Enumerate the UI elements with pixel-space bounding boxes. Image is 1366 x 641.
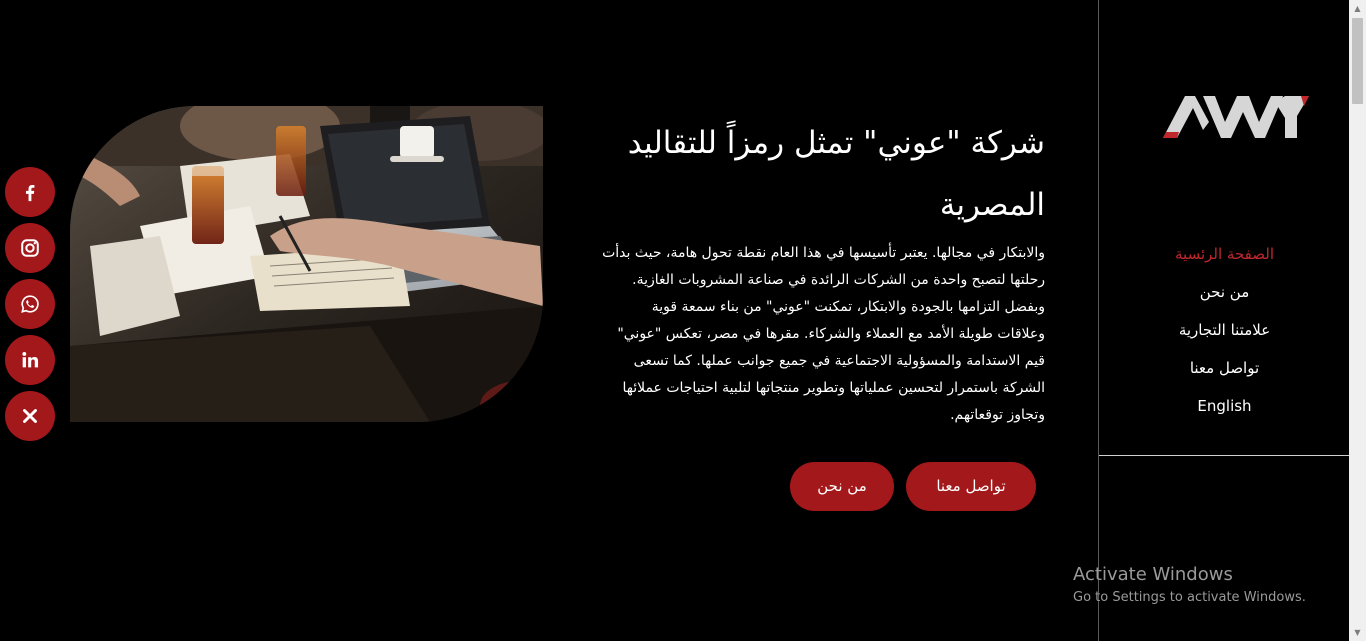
- activation-title: Activate Windows: [1073, 564, 1233, 585]
- instagram-button[interactable]: [5, 223, 55, 273]
- hero-content: شركة "عوني" تمثل رمزاً للتقاليد المصرية …: [602, 112, 1045, 429]
- whatsapp-icon: [21, 295, 39, 313]
- hero-title: شركة "عوني" تمثل رمزاً للتقاليد المصرية: [627, 125, 1045, 223]
- whatsapp-button[interactable]: [5, 279, 55, 329]
- nav-about[interactable]: من نحن: [1200, 275, 1250, 313]
- brand-logo: [1163, 96, 1309, 138]
- main-nav: الصفحة الرئسية من نحن علامتنا التجارية ت…: [1099, 237, 1350, 427]
- nav-brands[interactable]: علامتنا التجارية: [1179, 313, 1270, 351]
- linkedin-icon: [22, 352, 39, 368]
- vertical-scrollbar[interactable]: ▲ ▼: [1349, 0, 1366, 641]
- instagram-icon: [21, 239, 39, 257]
- sidebar-divider: [1099, 455, 1350, 456]
- scroll-down-arrow-icon[interactable]: ▼: [1349, 624, 1366, 641]
- facebook-button[interactable]: [5, 167, 55, 217]
- hero-description: والابتكار في مجالها. يعتبر تأسيسها في هذ…: [602, 245, 1045, 423]
- about-us-button[interactable]: من نحن: [790, 462, 894, 511]
- nav-english[interactable]: English: [1197, 389, 1251, 427]
- contact-us-button[interactable]: تواصل معنا: [906, 462, 1036, 511]
- activation-watermark: Activate Windows Go to Settings to activ…: [1073, 563, 1306, 609]
- linkedin-button[interactable]: [5, 335, 55, 385]
- x-button[interactable]: [5, 391, 55, 441]
- activation-subtitle: Go to Settings to activate Windows.: [1073, 590, 1306, 605]
- hero-image: [70, 106, 543, 422]
- nav-contact[interactable]: تواصل معنا: [1190, 351, 1259, 389]
- facebook-icon: [25, 184, 35, 202]
- x-icon: [23, 409, 37, 423]
- nav-home[interactable]: الصفحة الرئسية: [1175, 237, 1274, 275]
- scroll-up-arrow-icon[interactable]: ▲: [1349, 0, 1366, 17]
- sidebar: الصفحة الرئسية من نحن علامتنا التجارية ت…: [1098, 0, 1350, 641]
- scrollbar-thumb[interactable]: [1352, 18, 1363, 104]
